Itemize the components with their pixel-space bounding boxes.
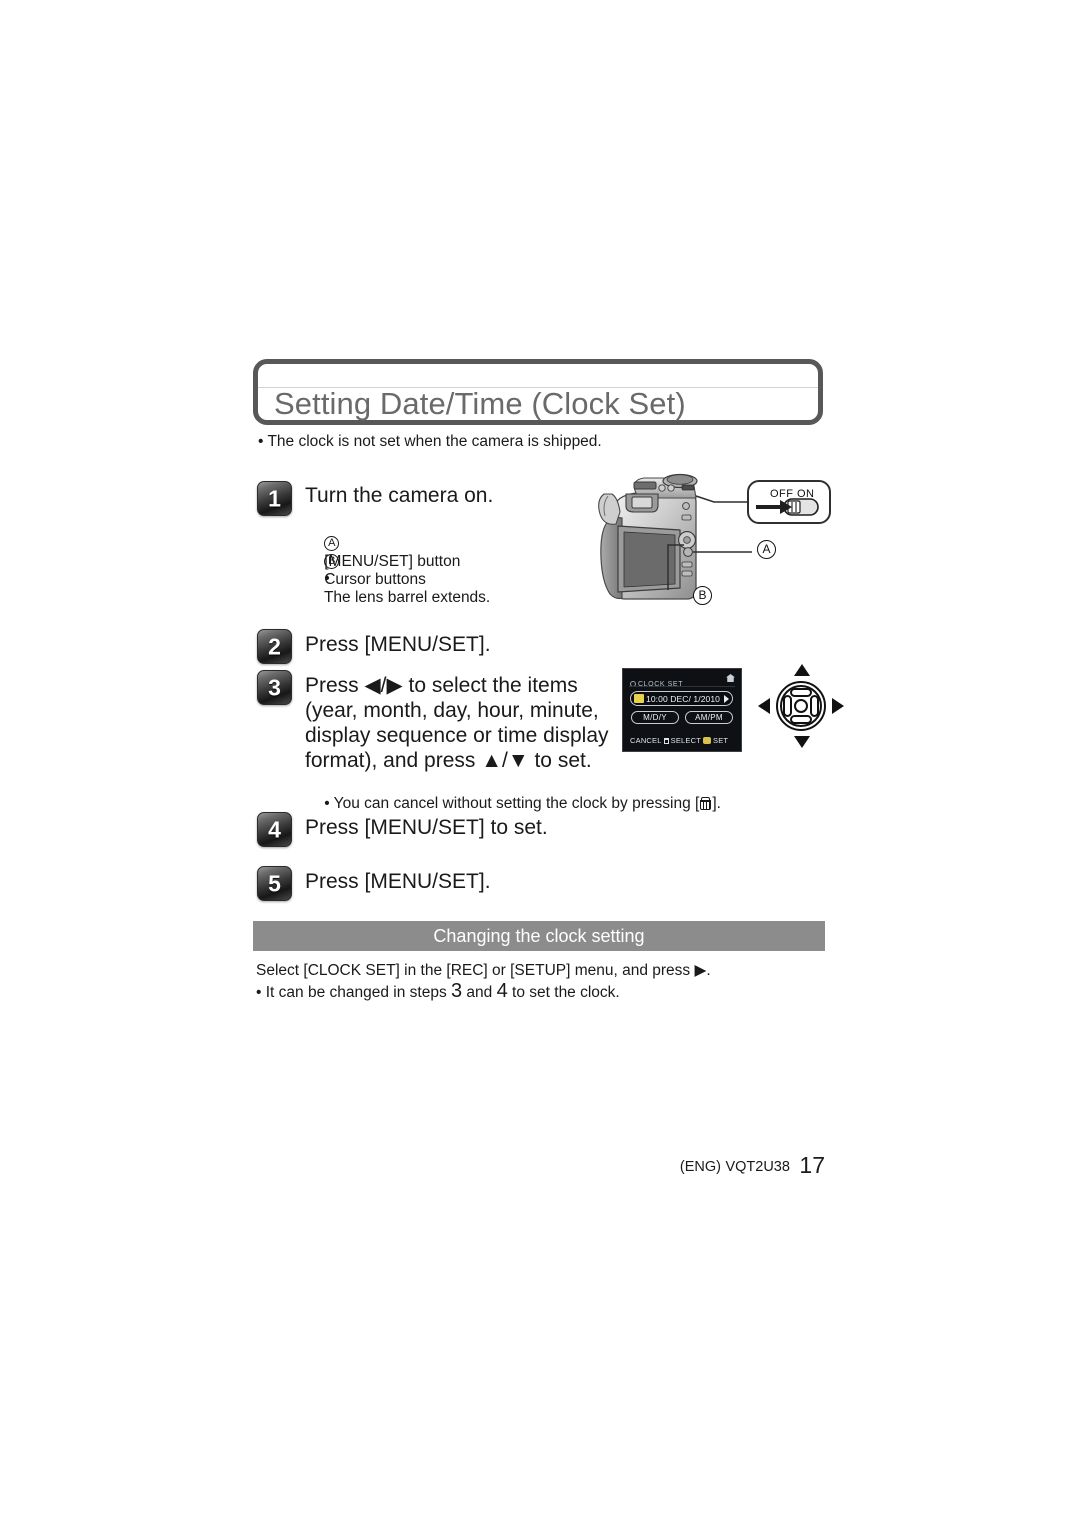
step-title-3-line-3: display sequence or time display [305, 724, 609, 747]
step-badge-5: 5 [257, 866, 292, 901]
section-body-line-1: Select [CLOCK SET] in the [REC] or [SETU… [256, 962, 711, 979]
step-title-3-line-4: format), and press ▲/▼ to set. [305, 749, 592, 772]
step-title-1: Turn the camera on. [305, 484, 494, 507]
step-badge-4: 4 [257, 812, 292, 847]
set-icon-lcd [703, 737, 712, 744]
cursor-buttons-diagram [757, 662, 845, 758]
lcd-footer-cancel: CANCEL [630, 736, 662, 745]
cursor-pad-down [790, 715, 812, 724]
step-1-sub-3-bullet: • [324, 569, 330, 587]
trash-icon [700, 796, 712, 810]
lcd-date-field[interactable]: 10:00 DEC/ 1/2010 [630, 691, 733, 706]
page-title: Setting Date/Time (Clock Set) [274, 386, 686, 421]
lcd-option-date-format[interactable]: M/D/Y [631, 711, 679, 724]
switch-on-label: ON [797, 488, 815, 500]
lcd-footer-select: SELECT [670, 736, 702, 745]
lcd-date-value: 10:00 DEC/ 1/2010 [646, 694, 720, 704]
page-footer: (ENG) VQT2U38 17 [253, 1152, 825, 1179]
section-step-ref-2: 4 [496, 980, 508, 1002]
step-3-note-prefix: • You can cancel without setting the clo… [324, 794, 700, 812]
step-badge-3: 3 [257, 670, 292, 705]
lcd-footer-set: SET [713, 736, 729, 745]
intro-note: • The clock is not set when the camera i… [258, 433, 602, 450]
step-number-2: 2 [268, 633, 281, 659]
footer-model-code: VQT2U38 [725, 1159, 790, 1175]
step-title-3-line-2: (year, month, day, hour, minute, [305, 699, 599, 722]
step-number-3: 3 [268, 674, 281, 700]
section-body-line-2-b: and [462, 984, 497, 1001]
step-title-3-line-1: Press ◀/▶ to select the items [305, 674, 578, 697]
cursor-pad-up [790, 688, 812, 697]
arrow-up-icon [794, 664, 810, 676]
home-icon [726, 674, 735, 682]
step-badge-1: 1 [257, 481, 292, 516]
step-number-4: 4 [268, 816, 281, 842]
section-header-label: Changing the clock setting [433, 926, 645, 946]
page-number: 17 [799, 1152, 825, 1178]
step-badge-2: 2 [257, 629, 292, 664]
cursor-pad-right [810, 695, 819, 717]
step-number-5: 5 [268, 870, 281, 896]
section-header-bar: Changing the clock setting [253, 921, 825, 951]
step-title-4: Press [MENU/SET] to set. [305, 816, 548, 839]
callout-a: A [757, 540, 776, 559]
lcd-option-time-format[interactable]: AM/PM [685, 711, 733, 724]
arrow-left-icon [758, 698, 770, 714]
step-3-note-suffix: ]. [712, 794, 721, 812]
section-body-line-2: • It can be changed in steps 3 and 4 to … [256, 981, 620, 1003]
section-step-ref-1: 3 [451, 980, 463, 1002]
step-number-1: 1 [268, 485, 281, 511]
lcd-footer-hints: CANCEL SELECT SET [630, 736, 728, 745]
lcd-divider [629, 686, 735, 687]
step-title-2: Press [MENU/SET]. [305, 633, 491, 656]
chevron-right-icon [724, 695, 729, 703]
step-title-5: Press [MENU/SET]. [305, 870, 491, 893]
cursor-center-button [794, 699, 808, 713]
lcd-header: CLOCK SET [630, 673, 735, 688]
arrow-right-icon [832, 698, 844, 714]
section-body-line-2-a: • It can be changed in steps [256, 984, 451, 1001]
date-edit-icon [634, 694, 644, 703]
footer-language: (ENG) [679, 1159, 722, 1175]
trash-icon-lcd [663, 738, 669, 744]
switch-off-label: OFF [770, 488, 794, 500]
callout-b: B [693, 586, 712, 605]
section-body-line-2-c: to set the clock. [507, 984, 620, 1001]
arrow-down-icon [794, 736, 810, 748]
page-title-box: Setting Date/Time (Clock Set) [253, 359, 823, 425]
step-1-sub-3-text: The lens barrel extends. [323, 589, 491, 606]
manual-page: Setting Date/Time (Clock Set) • The cloc… [0, 0, 1080, 1526]
clock-set-screen: CLOCK SET 10:00 DEC/ 1/2010 M/D/Y AM/PM … [622, 668, 742, 752]
step-1-sub-3: • The lens barrel extends. [307, 549, 490, 627]
cursor-pad-left [783, 695, 792, 717]
